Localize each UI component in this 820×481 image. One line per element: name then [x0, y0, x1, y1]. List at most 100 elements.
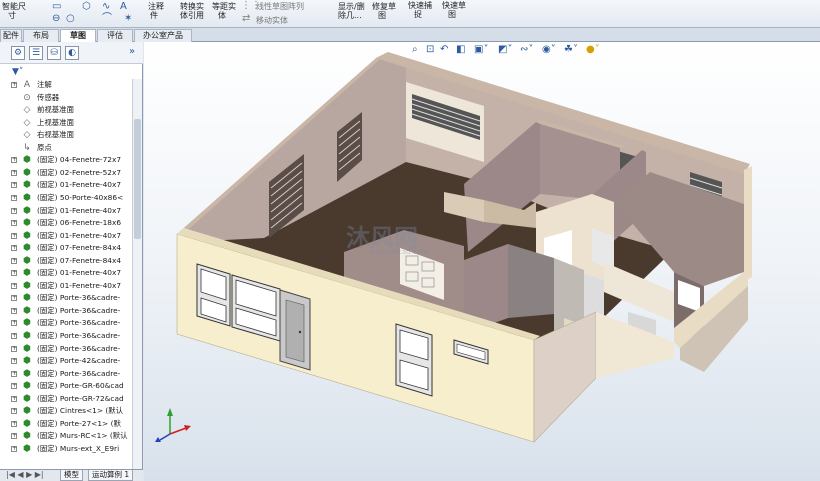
tree-item[interactable]: + ⬢ (固定) 01-Fenetre-40x7 [0, 179, 132, 192]
expand-toggle-icon[interactable]: + [11, 445, 17, 452]
tree-item[interactable]: ◇ 前视基准面 [0, 104, 132, 117]
expand-toggle-icon[interactable]: + [11, 182, 17, 189]
expand-toggle-icon[interactable]: + [11, 333, 17, 339]
repair-sketch-label-2: 图 [378, 11, 386, 20]
tree-item[interactable]: + ⬢ (固定) 01-Fenetre-40x7 [0, 230, 132, 243]
expand-toggle-icon[interactable]: + [11, 220, 17, 227]
configuration-manager-icon[interactable]: ⛁ [47, 46, 61, 60]
expand-toggle-icon[interactable]: + [11, 270, 17, 277]
display-delete-relations-button[interactable]: 显示/删 [338, 2, 365, 11]
tree-item[interactable]: + ⬢ (固定) Cintres<1> (默认 [0, 405, 132, 418]
part-icon: ⬢ [23, 180, 31, 191]
tree-scrollbar[interactable] [132, 79, 142, 469]
text-icon[interactable]: A [120, 2, 127, 12]
tree-item[interactable]: + ⬢ (固定) 01-Fenetre-40x7 [0, 267, 132, 280]
tree-item-label: (固定) 50-Porte-40x86< [37, 192, 124, 202]
quick-snaps-button[interactable]: 快速捕 [408, 1, 432, 10]
tree-item[interactable]: + ⬢ (固定) 01-Fenetre-40x7 [0, 280, 132, 293]
tab-office-products[interactable]: 办公室产品 [134, 29, 192, 42]
feature-manager-icon[interactable]: ⚙ [11, 46, 25, 60]
tab-motion-study-1[interactable]: 运动算例 1 [88, 470, 134, 481]
expand-toggle-icon[interactable]: + [11, 282, 17, 289]
cmd-e-label[interactable]: 注释 [148, 2, 164, 11]
tree-item[interactable]: + ⬢ (固定) 06-Fenetre-18x6 [0, 217, 132, 230]
expand-toggle-icon[interactable]: + [11, 245, 17, 252]
expand-toggle-icon[interactable]: + [11, 232, 17, 239]
scroll-first-icon[interactable]: |◀ ◀ ▶ ▶| [6, 470, 44, 480]
tree-item[interactable]: + ⬢ (固定) Murs-RC<1> (默认 [0, 430, 132, 443]
tree-item[interactable]: + ⬢ (固定) Porte-27<1> (默 [0, 418, 132, 431]
circle-icon[interactable]: ○ [66, 14, 75, 24]
repair-sketch-button[interactable]: 修复草 [372, 2, 396, 11]
expand-toggle-icon[interactable]: + [11, 169, 17, 176]
move-entities-button[interactable]: 移动实体 [256, 16, 288, 25]
tree-item[interactable]: + ⬢ (固定) Porte-GR-60&cad [0, 380, 132, 393]
tree-item[interactable]: + ⬢ (固定) Porte-36&cadre- [0, 330, 132, 343]
expand-toggle-icon[interactable]: + [11, 420, 17, 427]
display-manager-icon[interactable]: ◐ [65, 46, 79, 60]
tree-item-label: (固定) 02-Fenetre-52x7 [37, 167, 122, 177]
expand-toggle-icon[interactable]: + [11, 157, 17, 164]
tree-item[interactable]: + A 注解 [0, 79, 132, 92]
tree-item[interactable]: ⊙ 传感器 [0, 92, 132, 105]
tree-item[interactable]: + ⬢ (固定) Porte-42&cadre- [0, 355, 132, 368]
offset-entities-button[interactable]: 等距实 [212, 2, 236, 11]
smart-dimension-button[interactable]: 智能尺 [2, 2, 26, 11]
tab-assembly[interactable]: 配件 [0, 29, 22, 42]
graphics-viewport[interactable]: ⌕ ⊡ ↶ ◧ ▣˅ ◩˅ ∾˅ ◉˅ ☘˅ ●˅ 沐风网 www.mfcad.… [144, 42, 820, 481]
tree-item[interactable]: ↳ 原点 [0, 142, 132, 155]
expand-toggle-icon[interactable]: + [11, 383, 17, 390]
feature-tree: + A 注解 ⊙ 传感器 ◇ 前视基准面 ◇ 上视基准面 ◇ 右视基准面 ↳ 原点 + ⬢ (固定) 04-F… [0, 79, 132, 469]
expand-toggle-icon[interactable]: + [11, 433, 17, 440]
tree-scrollbar-thumb[interactable] [134, 119, 141, 239]
expand-pane-icon[interactable]: » [125, 46, 139, 60]
tree-item[interactable]: + ⬢ (固定) 07-Fenetre-84x4 [0, 255, 132, 268]
tree-item[interactable]: ◇ 上视基准面 [0, 117, 132, 130]
tree-item[interactable]: + ⬢ (固定) 50-Porte-40x86< [0, 192, 132, 205]
tree-item-label: (固定) 01-Fenetre-40x7 [37, 280, 122, 290]
tree-item[interactable]: ◇ 右视基准面 [0, 129, 132, 142]
expand-toggle-icon[interactable]: + [11, 358, 17, 365]
filter-icon[interactable]: ▼˅ [12, 67, 32, 77]
tree-item[interactable]: + ⬢ (固定) Porte-36&cadre- [0, 368, 132, 381]
house-3d-model[interactable] [144, 42, 820, 481]
expand-toggle-icon[interactable]: + [11, 307, 17, 314]
tree-item[interactable]: + ⬢ (固定) Porte-36&cadre- [0, 317, 132, 330]
expand-toggle-icon[interactable]: + [11, 320, 17, 327]
expand-toggle-icon[interactable]: + [11, 370, 17, 377]
spline-icon[interactable]: ∿ [102, 2, 110, 12]
tab-sketch[interactable]: 草图 [60, 29, 96, 42]
convert-entities-button[interactable]: 转换实 [180, 2, 204, 11]
tree-item[interactable]: + ⬢ (固定) Murs-ext_X_E9ri [0, 443, 132, 456]
tree-item[interactable]: + ⬢ (固定) 04-Fenetre-72x7 [0, 154, 132, 167]
tab-model[interactable]: 模型 [60, 470, 83, 481]
tree-item[interactable]: + ⬢ (固定) Porte-36&cadre- [0, 343, 132, 356]
expand-toggle-icon[interactable]: + [11, 345, 17, 352]
tree-item-label: (固定) Porte-36&cadre- [37, 368, 121, 378]
polygon-icon[interactable]: ⬡ [82, 2, 91, 12]
expand-toggle-icon[interactable]: + [11, 395, 17, 402]
tree-item[interactable]: + ⬢ (固定) 01-Fenetre-40x7 [0, 205, 132, 218]
tree-item[interactable]: + ⬢ (固定) Porte-36&cadre- [0, 305, 132, 318]
tree-item[interactable]: + ⬢ (固定) 07-Fenetre-84x4 [0, 242, 132, 255]
tab-evaluate[interactable]: 评估 [97, 29, 133, 42]
fillet-icon[interactable]: ⌒ [102, 14, 112, 24]
rectangle-icon[interactable]: ▭ [52, 2, 61, 12]
expand-toggle-icon[interactable]: + [11, 408, 17, 415]
expand-toggle-icon[interactable]: + [11, 295, 17, 302]
tree-item[interactable]: + ⬢ (固定) Porte-36&cadre- [0, 292, 132, 305]
linear-sketch-pattern-button[interactable]: 线性草图阵列 [256, 2, 304, 11]
tab-layout[interactable]: 布局 [23, 29, 59, 42]
tree-item-label: 传感器 [37, 92, 60, 102]
point-icon[interactable]: ✶ [124, 14, 132, 24]
expand-toggle-icon[interactable]: + [11, 82, 17, 88]
property-manager-icon[interactable]: ☰ [29, 46, 43, 60]
expand-toggle-icon[interactable]: + [11, 194, 17, 201]
offset-entities-label-2: 体 [218, 11, 226, 20]
rapid-sketch-button[interactable]: 快速草 [442, 1, 466, 10]
expand-toggle-icon[interactable]: + [11, 257, 17, 264]
tree-item[interactable]: + ⬢ (固定) Porte-GR-72&cad [0, 393, 132, 406]
expand-toggle-icon[interactable]: + [11, 207, 17, 214]
slot-icon[interactable]: ⊖ [52, 14, 60, 24]
tree-item[interactable]: + ⬢ (固定) 02-Fenetre-52x7 [0, 167, 132, 180]
